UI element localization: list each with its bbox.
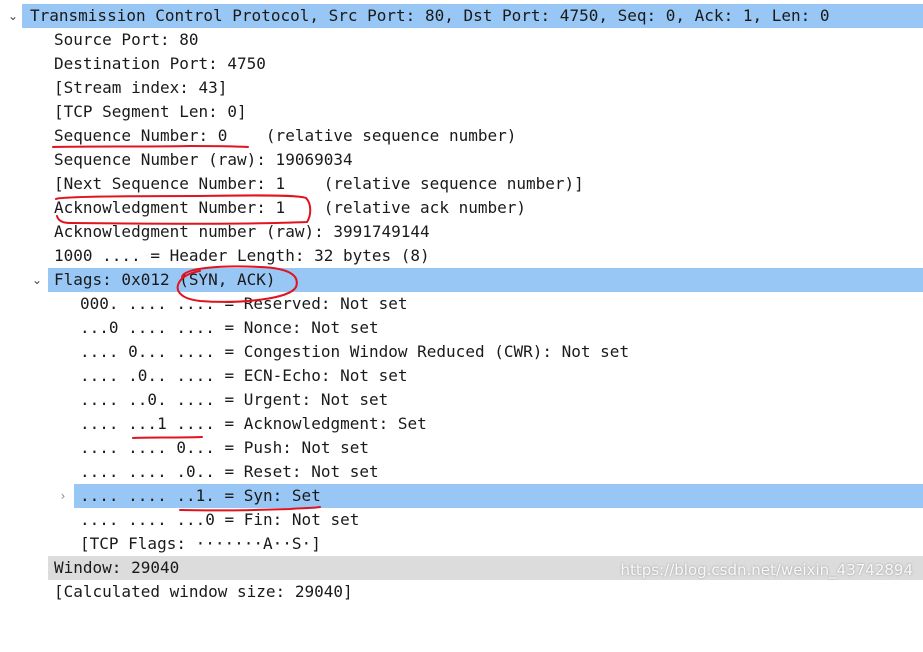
- chevron-right-icon[interactable]: ›: [54, 484, 72, 508]
- tree-row-label: [Stream index: 43]: [54, 78, 228, 97]
- tree-row-label: Acknowledgment number (raw): 3991749144: [54, 222, 430, 241]
- tree-row-segment-len[interactable]: [TCP Segment Len: 0]: [0, 100, 923, 124]
- tree-row-next-sequence-number[interactable]: [Next Sequence Number: 1 (relative seque…: [0, 172, 923, 196]
- tree-row-sequence-number-raw[interactable]: Sequence Number (raw): 19069034: [0, 148, 923, 172]
- tree-row-label: Acknowledgment Number: 1 (relative ack n…: [54, 198, 527, 217]
- tree-row-label: 000. .... .... = Reserved: Not set: [80, 294, 408, 313]
- tree-row-tcp-header[interactable]: ⌄ Transmission Control Protocol, Src Por…: [0, 4, 923, 28]
- watermark: https://blog.csdn.net/weixin_43742894: [620, 561, 913, 579]
- tree-row-flag-nonce[interactable]: ...0 .... .... = Nonce: Not set: [0, 316, 923, 340]
- chevron-down-icon[interactable]: ⌄: [4, 4, 22, 28]
- tree-row-sequence-number[interactable]: Sequence Number: 0 (relative sequence nu…: [0, 124, 923, 148]
- tree-row-label: .... .... ..1. = Syn: Set: [80, 486, 321, 505]
- tree-row-flag-cwr[interactable]: .... 0... .... = Congestion Window Reduc…: [0, 340, 923, 364]
- tree-row-label: .... .... ...0 = Fin: Not set: [80, 510, 360, 529]
- tree-row-ack-number-raw[interactable]: Acknowledgment number (raw): 3991749144: [0, 220, 923, 244]
- tree-row-label: [TCP Flags: ·······A··S·]: [80, 534, 321, 553]
- tree-row-label: Destination Port: 4750: [54, 54, 266, 73]
- tree-row-flags[interactable]: ⌄ Flags: 0x012 (SYN, ACK): [0, 268, 923, 292]
- tree-row-label: [Calculated window size: 29040]: [54, 582, 353, 601]
- tree-row-label: Sequence Number: 0 (relative sequence nu…: [54, 126, 517, 145]
- tree-row-destination-port[interactable]: Destination Port: 4750: [0, 52, 923, 76]
- tree-row-label: Flags: 0x012 (SYN, ACK): [54, 270, 276, 289]
- tree-row-tcp-flags-summary[interactable]: [TCP Flags: ·······A··S·]: [0, 532, 923, 556]
- chevron-down-icon[interactable]: ⌄: [28, 268, 46, 292]
- tree-row-label: ...0 .... .... = Nonce: Not set: [80, 318, 379, 337]
- tree-row-label: .... 0... .... = Congestion Window Reduc…: [80, 342, 630, 361]
- tree-row-calculated-window[interactable]: [Calculated window size: 29040]: [0, 580, 923, 604]
- tree-row-label: .... ...1 .... = Acknowledgment: Set: [80, 414, 427, 433]
- tree-row-label: [TCP Segment Len: 0]: [54, 102, 247, 121]
- tree-row-flag-reserved[interactable]: 000. .... .... = Reserved: Not set: [0, 292, 923, 316]
- tree-row-stream-index[interactable]: [Stream index: 43]: [0, 76, 923, 100]
- tree-row-flag-syn[interactable]: › .... .... ..1. = Syn: Set: [0, 484, 923, 508]
- tree-row-label: Sequence Number (raw): 19069034: [54, 150, 353, 169]
- tree-row-flag-acknowledgment[interactable]: .... ...1 .... = Acknowledgment: Set: [0, 412, 923, 436]
- tree-row-label: .... .... .0.. = Reset: Not set: [80, 462, 379, 481]
- tree-row-label: .... ..0. .... = Urgent: Not set: [80, 390, 389, 409]
- tree-row-flag-push[interactable]: .... .... 0... = Push: Not set: [0, 436, 923, 460]
- tree-row-header-length[interactable]: 1000 .... = Header Length: 32 bytes (8): [0, 244, 923, 268]
- tree-row-source-port[interactable]: Source Port: 80: [0, 28, 923, 52]
- tree-row-label: .... .... 0... = Push: Not set: [80, 438, 369, 457]
- tree-row-label: .... .0.. .... = ECN-Echo: Not set: [80, 366, 408, 385]
- tree-row-flag-fin[interactable]: .... .... ...0 = Fin: Not set: [0, 508, 923, 532]
- tree-row-flag-reset[interactable]: .... .... .0.. = Reset: Not set: [0, 460, 923, 484]
- tree-row-label: Source Port: 80: [54, 30, 199, 49]
- tree-row-label: Window: 29040: [54, 558, 180, 577]
- tree-row-flag-ecn-echo[interactable]: .... .0.. .... = ECN-Echo: Not set: [0, 364, 923, 388]
- tree-row-label: Transmission Control Protocol, Src Port:…: [30, 6, 830, 25]
- packet-details-tree: ⌄ Transmission Control Protocol, Src Por…: [0, 4, 923, 604]
- tree-row-flag-urgent[interactable]: .... ..0. .... = Urgent: Not set: [0, 388, 923, 412]
- tree-row-ack-number[interactable]: Acknowledgment Number: 1 (relative ack n…: [0, 196, 923, 220]
- tree-row-label: 1000 .... = Header Length: 32 bytes (8): [54, 246, 430, 265]
- tree-row-label: [Next Sequence Number: 1 (relative seque…: [54, 174, 584, 193]
